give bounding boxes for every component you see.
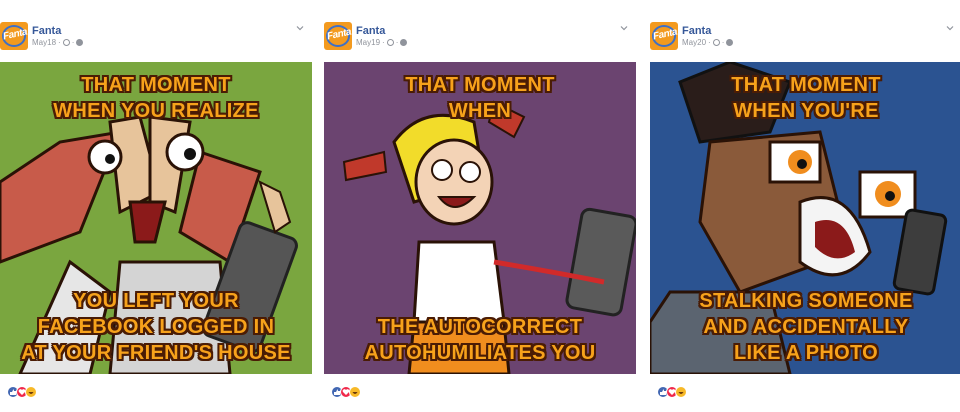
- post-image[interactable]: THAT MOMENT WHEN YOU'RE STALKING SOMEONE…: [650, 62, 960, 374]
- page-name-link[interactable]: Fanta: [32, 25, 61, 37]
- post-meta: May19 · ·: [356, 38, 408, 47]
- clock-icon: [386, 39, 394, 46]
- haha-icon: [25, 386, 37, 398]
- caption-bottom: THE AUTOCORRECT AUTOHUMILIATES YOU: [364, 316, 596, 364]
- clock-icon: [712, 39, 720, 46]
- haha-icon: [349, 386, 361, 398]
- reaction-summary[interactable]: [331, 386, 361, 398]
- post-card: Fanta Fanta May20 · · THAT MOMENT WHEN YO…: [650, 0, 960, 412]
- caption-top: THAT MOMENT WHEN YOU REALIZE: [53, 74, 259, 122]
- caption-bottom: STALKING SOMEONE AND ACCIDENTALLY LIKE A…: [699, 290, 913, 364]
- post-meta: May20 · ·: [682, 38, 734, 47]
- haha-icon: [675, 386, 687, 398]
- post-header: Fanta Fanta May19 · ·: [324, 22, 636, 54]
- post-image[interactable]: THAT MOMENT WHEN YOU REALIZE YOU LEFT YO…: [0, 62, 312, 374]
- chevron-down-icon[interactable]: [620, 24, 628, 32]
- caption-top: THAT MOMENT WHEN: [405, 74, 555, 122]
- post-image[interactable]: THAT MOMENT WHEN THE AUTOCORRECT AUTOHUM…: [324, 62, 636, 374]
- post-date[interactable]: May18: [32, 38, 56, 47]
- globe-icon: [400, 39, 408, 46]
- chevron-down-icon[interactable]: [946, 24, 954, 32]
- reaction-summary[interactable]: [7, 386, 37, 398]
- page-name-link[interactable]: Fanta: [356, 25, 385, 37]
- page-name-link[interactable]: Fanta: [682, 25, 711, 37]
- post-card: Fanta Fanta May18 · · THAT MOMENT WHEN YO…: [0, 0, 312, 412]
- page-avatar[interactable]: Fanta: [0, 22, 28, 50]
- reaction-summary[interactable]: [657, 386, 687, 398]
- post-date[interactable]: May19: [356, 38, 380, 47]
- caption-top: THAT MOMENT WHEN YOU'RE: [731, 74, 881, 122]
- caption-bottom: YOU LEFT YOUR FACEBOOK LOGGED IN AT YOUR…: [21, 290, 291, 364]
- page-avatar[interactable]: Fanta: [324, 22, 352, 50]
- page-avatar[interactable]: Fanta: [650, 22, 678, 50]
- clock-icon: [62, 39, 70, 46]
- chevron-down-icon[interactable]: [296, 24, 304, 32]
- post-header: Fanta Fanta May18 · ·: [0, 22, 312, 54]
- post-date[interactable]: May20: [682, 38, 706, 47]
- globe-icon: [76, 39, 84, 46]
- globe-icon: [726, 39, 734, 46]
- post-card: Fanta Fanta May19 · · THAT MOMENT WHEN T…: [324, 0, 636, 412]
- post-header: Fanta Fanta May20 · ·: [650, 22, 960, 54]
- post-meta: May18 · ·: [32, 38, 84, 47]
